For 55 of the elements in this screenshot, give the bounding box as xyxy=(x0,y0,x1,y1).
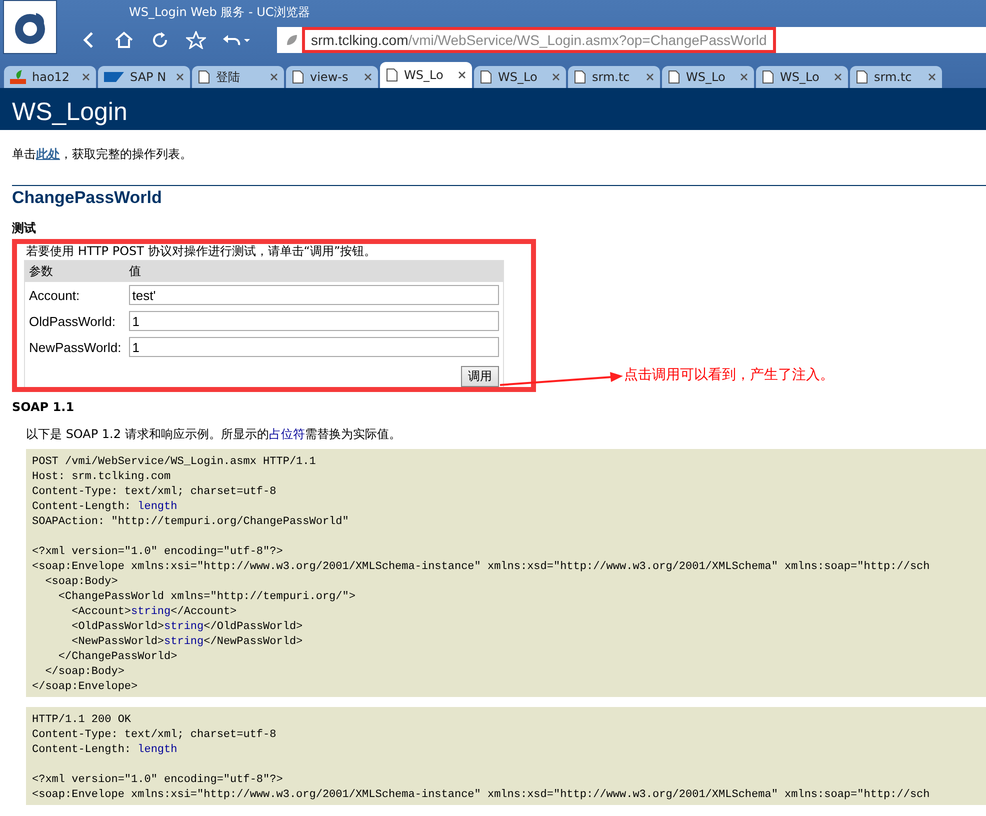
operation-title: ChangePassWorld xyxy=(12,188,163,208)
param-field[interactable]: 1 xyxy=(129,311,500,331)
window-title: WS_Login Web 服务 - UC浏览器 xyxy=(129,4,311,21)
column-header: 值 xyxy=(125,260,504,282)
code-block: POST /vmi/WebService/WS_Login.asmx HTTP/1.1 Host: srm.tclking.com Content-Type: text/xml; charset=utf-8 Content-Length: length SOAPAction: "http://tempuri.org/ChangePassWorld" <?xml version="1.0" encoding="utf-8"?> <soap:Envelope xmlns:xsi="http://www.w3.org/2001/XMLSchema-instance" xmlns:xsd="http://www.w3.org/2001/XMLSchema" xmlns:soap="http://sch <soap:Body> <ChangePassWorld xmlns="http://tempuri.org/"> <Account>string</Account> <OldPassWorld>string</OldPassWorld> <NewPassWorld>string</NewPassWorld> </ChangePassWorld> </soap:Body> </soap:Envelope> xyxy=(26,449,986,697)
close-icon[interactable] xyxy=(176,73,184,81)
param-label: NewPassWorld: xyxy=(29,340,122,354)
placeholder-link[interactable]: 占位符 xyxy=(268,427,305,441)
close-icon[interactable] xyxy=(82,73,90,81)
soap-intro-text: 以下是 SOAP 1.2 请求和响应示例。所显示的占位符需替换为实际值。 xyxy=(26,426,402,443)
page-header: WS_Login xyxy=(0,88,986,130)
page-icon xyxy=(198,70,210,84)
browser-tab[interactable]: srm.tc xyxy=(850,66,942,88)
intro-text: 单击此处，获取完整的操作列表。 xyxy=(12,146,193,163)
browser-tab[interactable]: WS_Lo xyxy=(380,62,472,88)
browser-tab[interactable]: 登陆 xyxy=(192,66,284,88)
close-icon[interactable] xyxy=(364,73,372,81)
leaf-logo-icon xyxy=(10,70,26,84)
page-icon xyxy=(574,70,586,84)
page-icon xyxy=(292,70,304,84)
browser-tab[interactable]: WS_Lo xyxy=(474,66,566,88)
invoke-button[interactable]: 调用 xyxy=(461,366,500,387)
browser-tab[interactable]: SAP N xyxy=(98,66,190,88)
browser-tab[interactable]: WS_Lo xyxy=(756,66,848,88)
sap-logo-icon xyxy=(104,72,124,82)
leaf-icon xyxy=(285,33,299,47)
page-icon xyxy=(480,70,492,84)
browser-tab[interactable]: WS_Lo xyxy=(662,66,754,88)
test-note: 若要使用 HTTP POST 协议对操作进行测试，请单击“调用”按钮。 xyxy=(26,243,378,260)
close-icon[interactable] xyxy=(458,71,466,79)
home-icon[interactable] xyxy=(113,29,135,51)
star-icon[interactable] xyxy=(185,29,207,51)
page-icon xyxy=(668,70,680,84)
page-icon xyxy=(386,68,398,82)
column-header: 参数 xyxy=(24,260,126,282)
page-icon xyxy=(762,70,774,84)
close-icon[interactable] xyxy=(646,73,654,81)
browser-tab[interactable]: view-s xyxy=(286,66,378,88)
param-label: OldPassWorld: xyxy=(29,314,116,328)
param-field[interactable]: test' xyxy=(129,285,500,305)
code-block: HTTP/1.1 200 OK Content-Type: text/xml; charset=utf-8 Content-Length: length <?xml version="1.0" encoding="utf-8"?> <soap:Envelope xmlns:xsi="http://www.w3.org/2001/XMLSchema-instance" xmlns:xsd="http://www.w3.org/2001/XMLSchema" xmlns:soap="http://sch xyxy=(26,707,986,805)
close-icon[interactable] xyxy=(552,73,560,81)
browser-tab[interactable]: srm.tc xyxy=(568,66,660,88)
browser-tab[interactable]: hao12 xyxy=(4,66,96,88)
annotation-text: 点击调用可以看到，产生了注入。 xyxy=(624,366,834,384)
here-link[interactable]: 此处 xyxy=(36,147,60,161)
close-icon[interactable] xyxy=(834,73,842,81)
close-icon[interactable] xyxy=(740,73,748,81)
soap-heading: SOAP 1.1 xyxy=(12,400,76,414)
close-icon[interactable] xyxy=(270,73,278,81)
param-field[interactable]: 1 xyxy=(129,337,500,357)
close-icon[interactable] xyxy=(928,73,936,81)
param-label: Account: xyxy=(29,288,80,302)
test-heading: 测试 xyxy=(12,220,37,237)
page-icon xyxy=(856,70,868,84)
